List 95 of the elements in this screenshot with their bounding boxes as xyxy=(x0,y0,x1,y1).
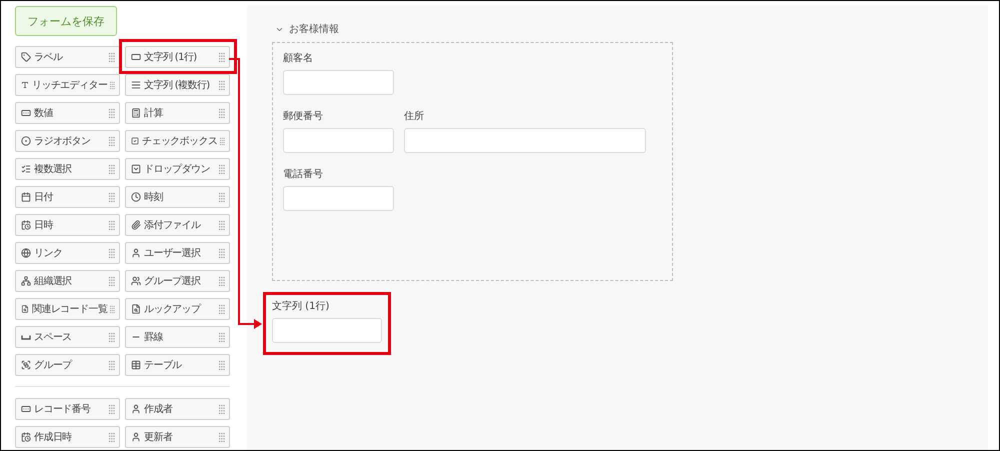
field-palette-item[interactable]: 作成日時 xyxy=(15,426,120,448)
drag-handle-icon[interactable] xyxy=(109,136,115,146)
drag-handle-icon[interactable] xyxy=(110,80,115,90)
input-field[interactable] xyxy=(404,128,646,153)
drag-handle-icon[interactable] xyxy=(109,432,115,442)
field-palette-item[interactable]: スペース xyxy=(15,326,120,348)
save-form-button[interactable]: フォームを保存 xyxy=(15,6,117,36)
drag-handle-icon[interactable] xyxy=(219,276,225,286)
field-palette-item[interactable]: ラベル xyxy=(15,46,120,68)
drag-handle-icon[interactable] xyxy=(219,432,225,442)
drag-handle-icon[interactable] xyxy=(109,52,115,62)
drag-handle-icon[interactable] xyxy=(219,404,225,414)
field-palette-item[interactable]: 関連レコード一覧 xyxy=(15,298,120,320)
drag-handle-icon[interactable] xyxy=(109,248,115,258)
input-field[interactable] xyxy=(283,70,394,95)
calendar-icon xyxy=(21,192,31,202)
field-label: 文字列 (1行) xyxy=(272,301,330,313)
field-palette-item[interactable]: 罫線 xyxy=(125,326,230,348)
field-palette-item[interactable]: 更新者 xyxy=(125,426,230,448)
field-palette-item[interactable]: 日時 xyxy=(15,214,120,236)
field-palette-item[interactable]: 数値 xyxy=(15,102,120,124)
drag-handle-icon[interactable] xyxy=(109,404,115,414)
text-field-icon xyxy=(131,52,141,62)
field-palette-item[interactable]: 添付ファイル xyxy=(125,214,230,236)
field-palette-item[interactable]: テーブル xyxy=(125,354,230,376)
field-palette-item[interactable]: ユーザー選択 xyxy=(125,242,230,264)
drag-handle-icon[interactable] xyxy=(219,332,225,342)
dropdown-icon xyxy=(131,164,141,174)
drag-handle-icon[interactable] xyxy=(219,220,225,230)
field-palette-item[interactable]: 時刻 xyxy=(125,186,230,208)
section-title: お客様情報 xyxy=(289,22,339,36)
user-icon xyxy=(131,432,141,442)
field-label: 郵便番号 xyxy=(283,111,324,123)
drag-handle-icon[interactable] xyxy=(219,192,225,202)
calendar-clock-icon xyxy=(21,220,31,230)
globe-icon xyxy=(21,248,31,258)
paperclip-icon xyxy=(131,220,141,230)
group-icon xyxy=(21,360,31,370)
field-label: 顧客名 xyxy=(283,53,314,65)
input-field[interactable] xyxy=(283,186,394,211)
field-palette-item[interactable]: ドロップダウン xyxy=(125,158,230,180)
drag-handle-icon[interactable] xyxy=(109,192,115,202)
number-field-icon xyxy=(21,404,31,414)
field-palette-item[interactable]: 日付 xyxy=(15,186,120,208)
hierarchy-icon xyxy=(21,276,31,286)
field-palette-item[interactable]: レコード番号 xyxy=(15,398,120,420)
field-palette-item[interactable]: ラジオボタン xyxy=(15,130,120,152)
drag-handle-icon[interactable] xyxy=(110,304,115,314)
field-palette-item[interactable]: 文字列 (複数行) xyxy=(125,74,230,96)
field-palette-item[interactable]: 計算 xyxy=(125,102,230,124)
drag-handle-icon[interactable] xyxy=(219,52,225,62)
field-palette-item[interactable]: 文字列 (1行) xyxy=(125,46,230,68)
field-palette-item[interactable]: 複数選択 xyxy=(15,158,120,180)
user-icon xyxy=(131,248,141,258)
users-icon xyxy=(131,276,141,286)
field-palette-item[interactable]: ルックアップ xyxy=(125,298,230,320)
field-label: 電話番号 xyxy=(283,169,324,181)
field-palette-item[interactable]: 組織選択 xyxy=(15,270,120,292)
drag-handle-icon[interactable] xyxy=(109,220,115,230)
drag-handle-icon[interactable] xyxy=(109,332,115,342)
field-palette-item[interactable]: チェックボックス xyxy=(125,130,230,152)
input-field[interactable] xyxy=(283,128,394,153)
drag-handle-icon[interactable] xyxy=(219,80,225,90)
drag-handle-icon[interactable] xyxy=(219,108,225,118)
calendar-clock-icon xyxy=(21,432,31,442)
user-icon xyxy=(131,404,141,414)
field-label: 住所 xyxy=(404,111,425,123)
radio-icon xyxy=(21,136,31,146)
field-palette-item[interactable]: グループ xyxy=(15,354,120,376)
drag-handle-icon[interactable] xyxy=(219,360,225,370)
drag-handle-icon[interactable] xyxy=(109,360,115,370)
number-field-icon xyxy=(21,108,31,118)
file-search-icon xyxy=(131,304,141,314)
checklist-icon xyxy=(21,164,31,174)
file-search-icon xyxy=(21,304,29,314)
tag-icon xyxy=(21,52,31,62)
drag-handle-icon[interactable] xyxy=(219,164,225,174)
field-palette-item[interactable]: リンク xyxy=(15,242,120,264)
field-palette-item[interactable]: リッチエディター xyxy=(15,74,120,96)
table-icon xyxy=(131,360,141,370)
drag-handle-icon[interactable] xyxy=(219,248,225,258)
checkbox-icon xyxy=(131,136,139,146)
lines-icon xyxy=(131,80,141,90)
space-icon xyxy=(21,334,31,340)
drag-handle-icon[interactable] xyxy=(220,136,225,146)
input-field[interactable] xyxy=(272,318,382,343)
drag-handle-icon[interactable] xyxy=(109,108,115,118)
drag-handle-icon[interactable] xyxy=(109,276,115,286)
clock-icon xyxy=(131,192,141,202)
field-palette-item[interactable]: グループ選択 xyxy=(125,270,230,292)
calculator-icon xyxy=(131,108,141,118)
text-icon xyxy=(21,80,29,90)
drag-handle-icon[interactable] xyxy=(109,164,115,174)
drag-handle-icon[interactable] xyxy=(219,304,225,314)
field-palette-item[interactable]: 作成者 xyxy=(125,398,230,420)
